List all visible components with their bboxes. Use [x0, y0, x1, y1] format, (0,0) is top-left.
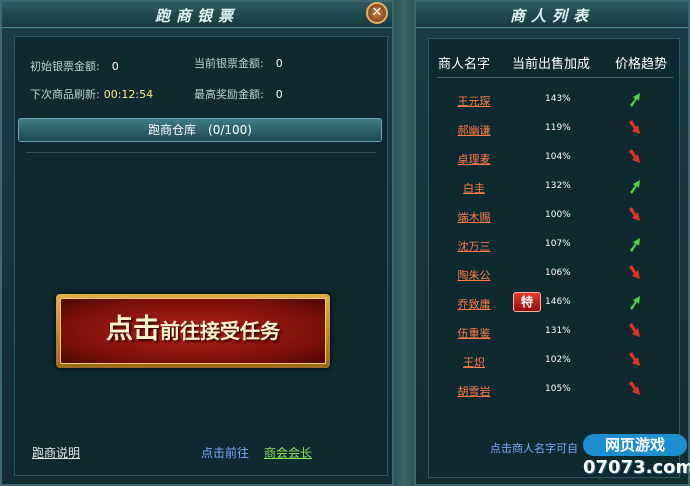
merchant-bonus-percent: 104%: [545, 152, 571, 162]
merchant-name-link[interactable]: 王炽: [453, 354, 495, 370]
merchant-bonus-percent: 132%: [545, 181, 571, 191]
watermark-top-text: 网页游戏: [583, 434, 687, 456]
warehouse-label: 跑商仓库: [148, 123, 197, 137]
merchant-name-link[interactable]: 端木赐: [453, 209, 495, 225]
trend-down-arrow-icon: [629, 381, 640, 395]
trend-down-arrow-icon: [629, 120, 640, 134]
trend-down-arrow-icon: [629, 323, 640, 337]
merchant-bonus-percent: 102%: [545, 355, 571, 365]
special-badge: 特: [513, 292, 541, 312]
refresh-timer-value: 00:12:54: [103, 88, 154, 101]
max-reward-label: 最高奖励金额:: [194, 88, 264, 101]
merchant-bonus-percent: 131%: [545, 326, 571, 336]
merchant-list-panel: 商人列表 商人名字 当前出售加成 价格趋势 王元琛 143% 郝幽谦 119% 卓理麦 1…: [414, 0, 690, 486]
trend-down-arrow-icon: [629, 149, 640, 163]
merchant-row: 卓理麦 104%: [429, 145, 681, 174]
trade-guide-link[interactable]: 跑商说明: [32, 444, 80, 461]
left-panel-content: [14, 36, 388, 476]
merchant-table: 商人名字 当前出售加成 价格趋势 王元琛 143% 郝幽谦 119% 卓理麦 104% 白圭…: [428, 38, 680, 478]
merchant-name-link[interactable]: 陶朱公: [453, 267, 495, 283]
trend-down-arrow-icon: [629, 352, 640, 366]
left-panel-title: 跑商银票: [154, 7, 239, 25]
merchant-bonus-percent: 100%: [545, 210, 571, 220]
warehouse-count: (0/100): [208, 123, 252, 137]
merchant-bonus-percent: 105%: [545, 384, 571, 394]
refresh-timer-label: 下次商品刷新:: [30, 88, 100, 101]
trend-down-arrow-icon: [629, 265, 640, 279]
goto-link[interactable]: 点击前往: [201, 444, 249, 461]
initial-amount-value: 0: [111, 60, 119, 73]
merchant-row: 胡雪岩 105%: [429, 377, 681, 406]
trend-up-arrow-icon: [630, 93, 640, 107]
max-reward-stat: 最高奖励金额: 0: [194, 86, 283, 102]
merchant-row: 王元琛 143%: [429, 87, 681, 116]
merchant-bonus-percent: 119%: [545, 123, 571, 133]
merchant-row: 郝幽谦 119%: [429, 116, 681, 145]
merchant-bonus-percent: 143%: [545, 94, 571, 104]
trend-up-arrow-icon: [630, 180, 640, 194]
accept-task-label-small: 前往接受任务: [160, 319, 280, 343]
guild-president-link[interactable]: 商会会长: [264, 444, 312, 461]
silver-ticket-panel: 跑商银票 ✕ 初始银票金额: 0 当前银票金额: 0 下次商品刷新: 00:12:54…: [0, 0, 394, 486]
merchant-name-link[interactable]: 王元琛: [453, 93, 495, 109]
watermark-bottom-text: 07073.com: [583, 457, 690, 478]
merchant-name-link[interactable]: 乔致庸: [453, 296, 495, 312]
current-amount-label: 当前银票金额:: [194, 57, 264, 70]
merchant-name-link[interactable]: 伍重鉴: [453, 325, 495, 341]
footer-hint: 点击商人名字可自: [490, 442, 578, 455]
trend-up-arrow-icon: [630, 296, 640, 310]
trend-up-arrow-icon: [630, 238, 640, 252]
trend-down-arrow-icon: [629, 207, 640, 221]
merchant-row: 沈万三 107%: [429, 232, 681, 261]
accept-task-label-big: 点击: [106, 314, 160, 345]
max-reward-value: 0: [275, 88, 283, 101]
merchant-name-link[interactable]: 白圭: [453, 180, 495, 196]
column-header-trend: 价格趋势: [615, 57, 668, 72]
initial-amount-label: 初始银票金额:: [30, 60, 100, 73]
merchant-bonus-percent: 107%: [545, 239, 571, 249]
accept-task-button-face: 点击前往接受任务: [60, 298, 326, 364]
refresh-timer-stat: 下次商品刷新: 00:12:54: [30, 86, 153, 102]
right-panel-title: 商人列表: [509, 7, 594, 25]
merchant-name-link[interactable]: 沈万三: [453, 238, 495, 254]
merchant-name-link[interactable]: 郝幽谦: [453, 122, 495, 138]
merchant-bonus-percent: 106%: [545, 268, 571, 278]
decorative-border-strip: [394, 0, 414, 486]
current-amount-stat: 当前银票金额: 0: [194, 55, 283, 71]
merchant-name-link[interactable]: 胡雪岩: [453, 383, 495, 399]
merchant-row: 端木赐 100%: [429, 203, 681, 232]
left-title-bar: 跑商银票 ✕: [2, 2, 392, 28]
merchant-row: 伍重鉴 131%: [429, 319, 681, 348]
current-amount-value: 0: [275, 57, 283, 70]
column-header-name: 商人名字: [438, 57, 491, 72]
initial-amount-stat: 初始银票金额: 0: [30, 58, 119, 74]
merchant-name-link[interactable]: 卓理麦: [453, 151, 495, 167]
column-header-bonus: 当前出售加成: [512, 57, 591, 72]
merchant-row: 陶朱公 106%: [429, 261, 681, 290]
header-divider: [437, 77, 673, 78]
close-icon[interactable]: ✕: [366, 2, 388, 24]
merchant-bonus-percent: 146%: [545, 297, 571, 307]
divider: [26, 152, 376, 153]
warehouse-button[interactable]: 跑商仓库 (0/100): [18, 118, 382, 142]
merchant-row: 王炽 102%: [429, 348, 681, 377]
right-title-bar: 商人列表: [416, 2, 688, 28]
merchant-row: 乔致庸 特 146%: [429, 290, 681, 319]
merchant-row: 白圭 132%: [429, 174, 681, 203]
site-watermark-logo: 网页游戏 07073.com: [583, 434, 690, 482]
accept-task-button[interactable]: 点击前往接受任务: [56, 294, 330, 368]
